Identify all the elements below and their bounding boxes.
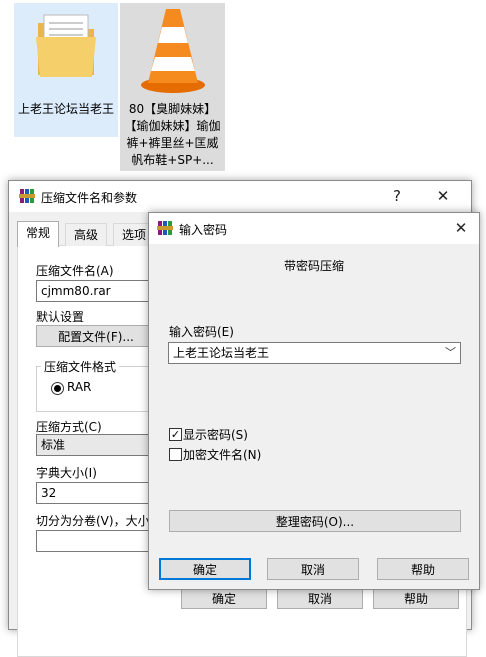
- vlc-cone-icon: [141, 9, 205, 93]
- rar-radio-label: RAR: [67, 380, 92, 394]
- password-dialog-titlebar[interactable]: 输入密码 ✕: [149, 213, 479, 244]
- chevron-down-icon[interactable]: ﹀: [445, 343, 456, 363]
- archive-dialog-title: 压缩文件名和参数: [41, 191, 138, 205]
- password-close-button[interactable]: ✕: [447, 217, 475, 239]
- password-ok-button[interactable]: 确定: [159, 558, 251, 580]
- header-separator: [157, 285, 471, 286]
- password-combobox[interactable]: 上老王论坛当老王 ﹀: [168, 342, 461, 364]
- compression-method-label: 压缩方式(C): [36, 420, 102, 434]
- archive-ok-button[interactable]: 确定: [181, 587, 267, 609]
- rar-radio[interactable]: [51, 382, 64, 395]
- archive-format-group-title: 压缩文件格式: [41, 358, 120, 375]
- desktop-vlc-file-item[interactable]: 80【臭脚妹妹】【瑜伽妹妹】瑜伽裤+裤里丝+匡威帆布鞋+SP+...: [120, 3, 225, 171]
- encrypt-filenames-checkbox[interactable]: [169, 448, 182, 461]
- password-header: 带密码压缩: [283, 259, 344, 273]
- profiles-button[interactable]: 配置文件(F)...: [36, 325, 156, 347]
- archive-help-button[interactable]: 帮助: [373, 587, 459, 609]
- password-value: 上老王论坛当老王: [173, 346, 270, 360]
- show-password-checkbox[interactable]: ✓: [169, 428, 182, 441]
- folder-icon: [36, 14, 96, 77]
- split-volumes-label: 切分为分卷(V)，大小: [36, 514, 150, 528]
- tab-advanced[interactable]: 高级: [65, 223, 108, 246]
- archive-name-input[interactable]: cjmm80.rar: [36, 280, 156, 302]
- compression-method-select[interactable]: 标准: [36, 434, 156, 456]
- encrypt-filenames-label: 加密文件名(N): [183, 448, 262, 462]
- password-cancel-button[interactable]: 取消: [267, 558, 359, 580]
- default-settings-label: 默认设置: [36, 310, 85, 324]
- desktop-vlc-label: 80【臭脚妹妹】【瑜伽妹妹】瑜伽裤+裤里丝+匡威帆布鞋+SP+...: [124, 102, 221, 167]
- archive-dialog-titlebar[interactable]: 压缩文件名和参数 ? ✕: [9, 181, 471, 212]
- dictionary-size-label: 字典大小(I): [36, 466, 97, 480]
- tab-general[interactable]: 常规: [17, 221, 60, 247]
- winrar-icon: [157, 221, 173, 235]
- desktop-folder-icon-item[interactable]: 上老王论坛当老王: [14, 3, 118, 137]
- show-password-label: 显示密码(S): [183, 428, 248, 442]
- help-question-button[interactable]: ?: [383, 185, 411, 207]
- archive-close-button[interactable]: ✕: [429, 185, 457, 207]
- dictionary-size-select[interactable]: 32: [36, 482, 156, 504]
- dictionary-size-value: 32: [41, 486, 57, 500]
- password-dialog-title: 输入密码: [179, 223, 228, 237]
- winrar-icon: [19, 189, 35, 203]
- password-dialog: 输入密码 ✕ 带密码压缩 输入密码(E) 上老王论坛当老王 ﹀ ✓ 显示密码(S…: [148, 212, 480, 590]
- password-help-button[interactable]: 帮助: [377, 558, 469, 580]
- archive-cancel-button[interactable]: 取消: [277, 587, 363, 609]
- organize-passwords-button[interactable]: 整理密码(O)...: [169, 510, 461, 532]
- desktop-folder-label: 上老王论坛当老王: [17, 102, 114, 116]
- archive-name-label: 压缩文件名(A): [36, 264, 114, 278]
- enter-password-label: 输入密码(E): [169, 325, 234, 339]
- compression-method-value: 标准: [41, 438, 66, 452]
- split-volumes-select[interactable]: [36, 530, 156, 552]
